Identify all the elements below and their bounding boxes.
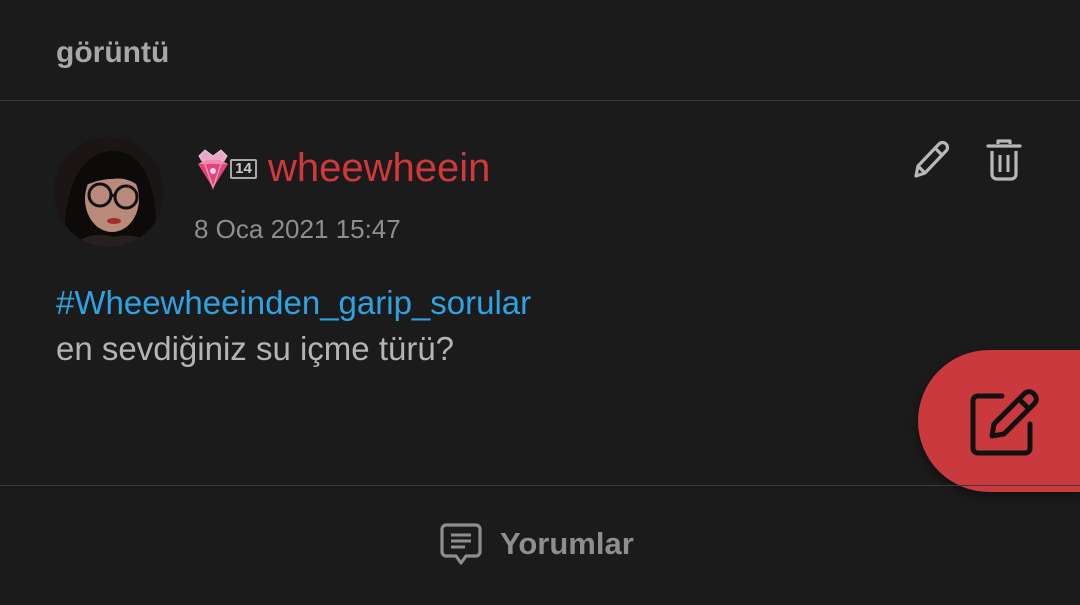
- level-number: 14: [230, 159, 257, 179]
- header: görüntü: [0, 0, 1080, 101]
- hashtag-link[interactable]: #Wheewheeinden_garip_sorular: [56, 284, 531, 322]
- delete-button[interactable]: [980, 136, 1028, 184]
- comments-label: Yorumlar: [500, 526, 634, 561]
- diamond-crown-icon: [198, 149, 228, 191]
- comment-icon: [440, 523, 482, 565]
- post-body-text: en sevdiğiniz su içme türü?: [56, 330, 455, 367]
- level-badge: 14: [194, 148, 264, 191]
- compose-button[interactable]: [918, 350, 1080, 492]
- username-link[interactable]: wheewheein: [268, 146, 490, 191]
- avatar[interactable]: [54, 137, 164, 247]
- trash-icon: [986, 139, 1022, 181]
- footer-bar: Yorumlar: [0, 485, 1080, 605]
- post-view-screen: görüntü 14 wheewheein 8 Oca 2021 15:47 #…: [0, 0, 1080, 605]
- compose-icon: [970, 389, 1039, 456]
- avatar-image: [54, 137, 164, 247]
- page-title: görüntü: [56, 36, 170, 69]
- edit-button[interactable]: [906, 136, 954, 184]
- post-timestamp: 8 Oca 2021 15:47: [194, 214, 401, 244]
- pencil-icon: [914, 140, 950, 178]
- comments-button[interactable]: Yorumlar: [440, 522, 634, 566]
